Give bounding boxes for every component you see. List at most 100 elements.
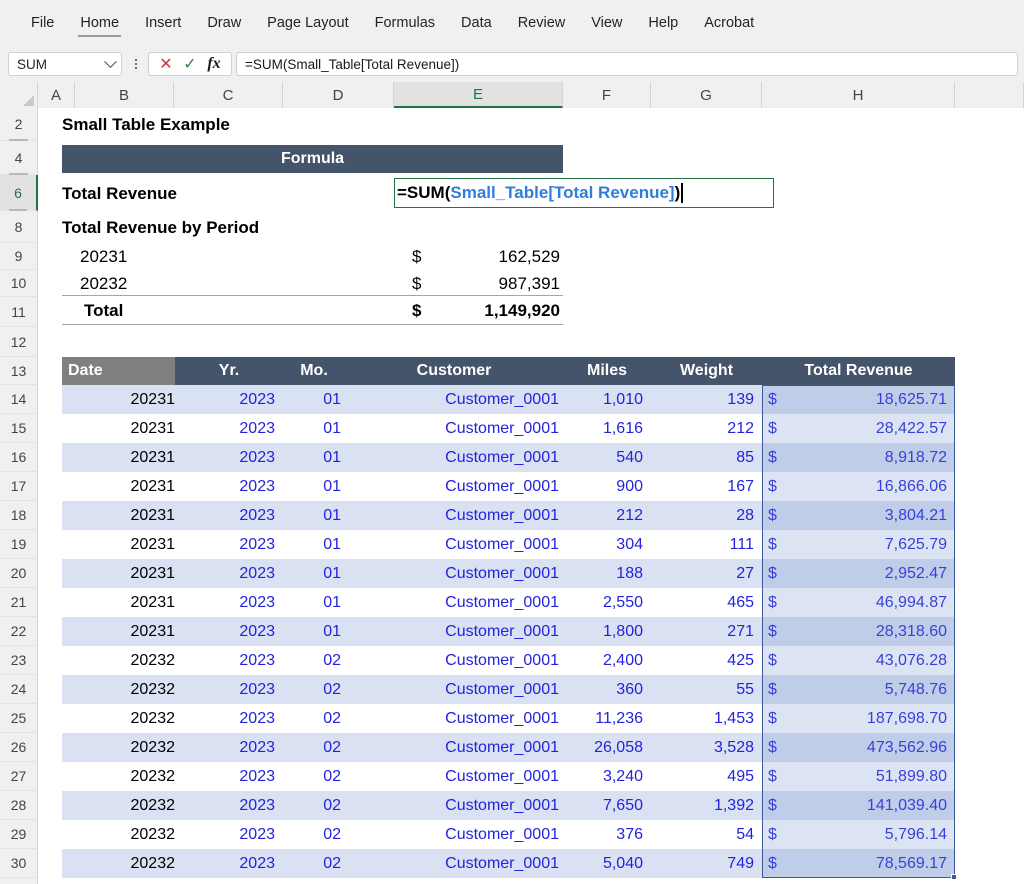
cell-yr[interactable]: 2023 — [175, 617, 283, 646]
row-header-14[interactable]: 14 — [0, 385, 38, 414]
table-column-header-miles[interactable]: Miles — [563, 357, 651, 385]
cell-total-revenue[interactable]: 3,804.21 — [788, 501, 947, 530]
cell-yr[interactable]: 2023 — [175, 675, 283, 704]
cell-date[interactable]: 20232 — [62, 646, 175, 675]
name-box[interactable]: SUM — [8, 52, 122, 76]
cell-miles[interactable]: 540 — [563, 443, 651, 472]
cell-mo[interactable]: 02 — [283, 791, 345, 820]
row-header-9[interactable]: 9 — [0, 243, 38, 270]
cell-yr[interactable]: 2023 — [175, 849, 283, 878]
cell-date[interactable]: 20232 — [62, 762, 175, 791]
cell-date[interactable]: 20231 — [62, 472, 175, 501]
confirm-check-icon[interactable]: ✓ — [179, 54, 201, 74]
cell-date[interactable]: 20231 — [62, 414, 175, 443]
column-header-F[interactable]: F — [563, 82, 651, 108]
cell-total-revenue[interactable]: 7,625.79 — [788, 530, 947, 559]
cell-mo[interactable]: 02 — [283, 762, 345, 791]
cell-mo[interactable]: 02 — [283, 675, 345, 704]
cell-miles[interactable]: 11,236 — [563, 704, 651, 733]
cell-mo[interactable]: 01 — [283, 501, 345, 530]
table-column-header-customer[interactable]: Customer — [345, 357, 563, 385]
cell-total-revenue[interactable]: 473,562.96 — [788, 733, 947, 762]
cell-total-revenue[interactable]: 43,076.28 — [788, 646, 947, 675]
cell-yr[interactable]: 2023 — [175, 559, 283, 588]
cell-yr[interactable]: 2023 — [175, 762, 283, 791]
cell-total-revenue[interactable]: 78,569.17 — [788, 849, 947, 878]
cell-miles[interactable]: 26,058 — [563, 733, 651, 762]
cell-customer[interactable]: Customer_0001 — [345, 443, 563, 472]
cell-yr[interactable]: 2023 — [175, 385, 283, 414]
cell-customer[interactable]: Customer_0001 — [345, 675, 563, 704]
table-column-header-mo[interactable]: Mo. — [283, 357, 345, 385]
formula-edit-cell[interactable]: =SUM(Small_Table[Total Revenue]) — [394, 178, 774, 208]
chevron-down-icon[interactable] — [104, 55, 117, 68]
cell-weight[interactable]: 27 — [651, 559, 762, 588]
cell-date[interactable]: 20231 — [62, 443, 175, 472]
cell-mo[interactable]: 01 — [283, 414, 345, 443]
row-header-23[interactable]: 23 — [0, 646, 38, 675]
row-header-26[interactable]: 26 — [0, 733, 38, 762]
ribbon-tab-file[interactable]: File — [18, 11, 67, 36]
cell-weight[interactable]: 55 — [651, 675, 762, 704]
row-header-27[interactable]: 27 — [0, 762, 38, 791]
ribbon-tab-data[interactable]: Data — [448, 11, 505, 36]
cell-customer[interactable]: Customer_0001 — [345, 704, 563, 733]
cell-weight[interactable]: 425 — [651, 646, 762, 675]
cell-date[interactable]: 20231 — [62, 530, 175, 559]
cell-date[interactable]: 20231 — [62, 385, 175, 414]
column-header-D[interactable]: D — [283, 82, 394, 108]
cell-total-revenue[interactable]: 51,899.80 — [788, 762, 947, 791]
cell-miles[interactable]: 900 — [563, 472, 651, 501]
cell-weight[interactable]: 495 — [651, 762, 762, 791]
cell-weight[interactable]: 167 — [651, 472, 762, 501]
cell-mo[interactable]: 01 — [283, 472, 345, 501]
column-header-H[interactable]: H — [762, 82, 955, 108]
row-header-16[interactable]: 16 — [0, 443, 38, 472]
cell-mo[interactable]: 01 — [283, 385, 345, 414]
ribbon-tab-home[interactable]: Home — [67, 11, 132, 36]
ribbon-tab-help[interactable]: Help — [635, 11, 691, 36]
cell-date[interactable]: 20231 — [62, 559, 175, 588]
column-header-B[interactable]: B — [75, 82, 174, 108]
cell-total-revenue[interactable]: 187,698.70 — [788, 704, 947, 733]
cell-customer[interactable]: Customer_0001 — [345, 530, 563, 559]
table-column-header-yr[interactable]: Yr. — [175, 357, 283, 385]
row-header-10[interactable]: 10 — [0, 270, 38, 297]
cell-mo[interactable]: 02 — [283, 849, 345, 878]
cell-total-revenue[interactable]: 5,748.76 — [788, 675, 947, 704]
cell-weight[interactable]: 465 — [651, 588, 762, 617]
cell-yr[interactable]: 2023 — [175, 646, 283, 675]
row-header-15[interactable]: 15 — [0, 414, 38, 443]
fill-handle[interactable] — [951, 874, 957, 880]
cell-weight[interactable]: 139 — [651, 385, 762, 414]
cell-yr[interactable]: 2023 — [175, 704, 283, 733]
cell-yr[interactable]: 2023 — [175, 414, 283, 443]
cell-customer[interactable]: Customer_0001 — [345, 414, 563, 443]
row-header-6[interactable]: 6 — [0, 175, 38, 211]
cell-mo[interactable]: 02 — [283, 820, 345, 849]
row-header-31[interactable]: 31 — [0, 878, 38, 884]
row-header-19[interactable]: 19 — [0, 530, 38, 559]
cancel-x-icon[interactable]: ✕ — [155, 54, 177, 74]
row-header-25[interactable]: 25 — [0, 704, 38, 733]
cell-mo[interactable]: 02 — [283, 646, 345, 675]
cell-customer[interactable]: Customer_0001 — [345, 820, 563, 849]
cell-total-revenue[interactable]: 28,318.60 — [788, 617, 947, 646]
table-column-header-date[interactable]: Date — [62, 357, 175, 385]
cell-total-revenue[interactable]: 8,918.72 — [788, 443, 947, 472]
cell-customer[interactable]: Customer_0001 — [345, 617, 563, 646]
cell-yr[interactable]: 2023 — [175, 530, 283, 559]
cell-miles[interactable]: 360 — [563, 675, 651, 704]
cell-mo[interactable]: 01 — [283, 530, 345, 559]
cell-date[interactable]: 20231 — [62, 588, 175, 617]
cell-weight[interactable]: 111 — [651, 530, 762, 559]
cell-date[interactable]: 20231 — [62, 617, 175, 646]
cell-mo[interactable]: 01 — [283, 588, 345, 617]
row-header-20[interactable]: 20 — [0, 559, 38, 588]
cell-mo[interactable]: 02 — [283, 704, 345, 733]
ribbon-tab-acrobat[interactable]: Acrobat — [691, 11, 767, 36]
ribbon-tab-insert[interactable]: Insert — [132, 11, 194, 36]
cell-customer[interactable]: Customer_0001 — [345, 762, 563, 791]
cell-total-revenue[interactable]: 5,796.14 — [788, 820, 947, 849]
cell-total-revenue[interactable]: 28,422.57 — [788, 414, 947, 443]
